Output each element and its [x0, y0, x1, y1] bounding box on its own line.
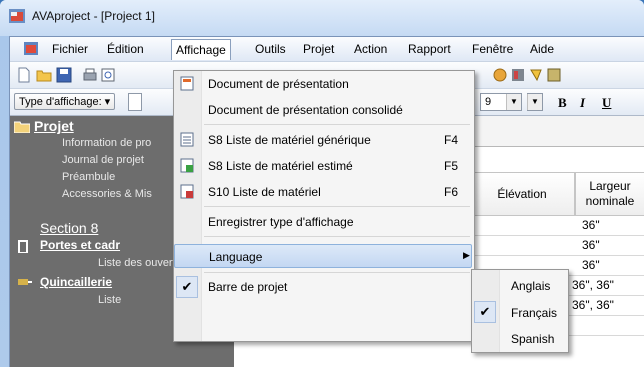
hardware-icon: [18, 279, 32, 285]
tool-icon-a[interactable]: [492, 67, 508, 83]
menu-item-presentation-doc[interactable]: Document de présentation: [174, 72, 472, 96]
menu-separator: [204, 236, 470, 237]
menu-item-label: Barre de projet: [208, 280, 288, 294]
cell-width[interactable]: 36", 36": [572, 296, 614, 315]
app-window: AVAproject - [Project 1] Fichier Édition…: [0, 0, 644, 367]
menu-rapport[interactable]: Rapport: [408, 42, 451, 56]
language-option-francais[interactable]: Français: [511, 306, 557, 320]
menu-action[interactable]: Action: [354, 42, 387, 56]
menu-item-label: S8 Liste de matériel générique: [208, 133, 371, 147]
menu-item-presentation-consolidated[interactable]: Document de présentation consolidé: [174, 98, 472, 122]
submenu-arrow-icon: ▶: [463, 250, 470, 260]
new-file-icon[interactable]: [16, 67, 32, 83]
list-doc-icon: [180, 132, 194, 147]
check-icon: ✔: [176, 276, 198, 298]
view-type-label: Type d'affichage:: [19, 96, 102, 108]
column-header-elevation[interactable]: Élévation: [469, 172, 575, 216]
menu-shortcut: F4: [444, 133, 459, 147]
preview-icon[interactable]: [100, 67, 116, 83]
menu-item-label: Document de présentation consolidé: [208, 103, 403, 117]
font-size-combo[interactable]: 9 ▼: [480, 93, 522, 111]
document-icon[interactable]: [24, 42, 38, 55]
sidebar-group-doors[interactable]: Portes et cadr: [40, 238, 120, 252]
menu-affichage[interactable]: Affichage: [171, 39, 231, 60]
menu-bar: Fichier Édition Affichage Outils Projet …: [10, 37, 644, 62]
print-icon[interactable]: [82, 67, 98, 83]
sidebar-item-list[interactable]: Liste: [98, 294, 121, 306]
sidebar-section-heading[interactable]: Section 8: [40, 220, 98, 236]
window-title: AVAproject - [Project 1]: [32, 9, 155, 23]
italic-button[interactable]: I: [580, 95, 585, 111]
cell-width[interactable]: 36": [582, 216, 600, 235]
font-extra-combo[interactable]: ▼: [527, 93, 543, 111]
sidebar-group-hardware[interactable]: Quincaillerie: [40, 275, 112, 289]
menu-fichier[interactable]: Fichier: [52, 42, 88, 56]
check-icon: ✔: [474, 301, 496, 323]
menu-item-label: Language: [209, 250, 263, 264]
language-option-spanish[interactable]: Spanish: [511, 332, 554, 346]
cell-width[interactable]: 36": [582, 236, 600, 255]
save-icon[interactable]: [56, 67, 72, 83]
menu-item-project-bar[interactable]: ✔ Barre de projet: [174, 275, 472, 299]
open-folder-icon[interactable]: [36, 67, 52, 83]
column-header-width[interactable]: Largeur nominale: [575, 172, 644, 216]
sidebar-item-preambule[interactable]: Préambule: [62, 171, 115, 183]
menu-shortcut: F6: [444, 185, 459, 199]
sidebar-item-accessories[interactable]: Accessories & Mis: [62, 188, 152, 200]
cell-width[interactable]: 36", 36": [572, 276, 614, 295]
menu-item-label: S10 Liste de matériel: [208, 185, 321, 199]
menu-item-language[interactable]: Language ▶: [174, 244, 472, 268]
affichage-menu: Document de présentation Document de pré…: [173, 70, 475, 342]
menu-shortcut: F5: [444, 159, 459, 173]
chevron-down-icon[interactable]: ▼: [527, 94, 542, 110]
view-type-combo[interactable]: [128, 93, 142, 111]
font-size-value: 9: [485, 96, 492, 108]
language-submenu: Anglais ✔ Français Spanish: [471, 269, 569, 353]
menu-item-s8-generic[interactable]: S8 Liste de matériel générique F4: [174, 128, 472, 152]
tool-icon-c[interactable]: [528, 67, 544, 83]
menu-edition[interactable]: Édition: [107, 42, 144, 56]
menu-separator: [204, 272, 470, 273]
chevron-down-icon[interactable]: ▼: [506, 94, 521, 110]
menu-item-label: Document de présentation: [208, 77, 349, 91]
estimate-doc-icon: [180, 158, 194, 173]
view-type-dropdown[interactable]: Type d'affichage: ▾: [14, 93, 116, 110]
menu-outils[interactable]: Outils: [255, 42, 286, 56]
app-icon: [9, 9, 25, 23]
menu-item-label: Enregistrer type d'affichage: [208, 215, 354, 229]
door-icon: [18, 240, 28, 253]
menu-item-s10-list[interactable]: S10 Liste de matériel F6: [174, 180, 472, 204]
language-option-anglais[interactable]: Anglais: [511, 279, 550, 293]
menu-aide[interactable]: Aide: [530, 42, 554, 56]
title-bar: AVAproject - [Project 1]: [0, 0, 644, 36]
menu-item-save-view[interactable]: Enregistrer type d'affichage: [174, 210, 472, 234]
cell-width[interactable]: 36": [582, 256, 600, 275]
menu-separator: [204, 206, 470, 207]
bold-button[interactable]: B: [558, 95, 567, 111]
tool-icon-d[interactable]: [546, 67, 562, 83]
menu-projet[interactable]: Projet: [303, 42, 334, 56]
presentation-doc-icon: [180, 76, 194, 91]
sidebar-item-info[interactable]: Information de pro: [62, 137, 151, 149]
menu-fenetre[interactable]: Fenêtre: [472, 42, 513, 56]
sidebar-project-title[interactable]: Projet: [34, 118, 74, 134]
menu-item-label: S8 Liste de matériel estimé: [208, 159, 353, 173]
tool-icon-b[interactable]: [510, 67, 526, 83]
material-doc-icon: [180, 184, 194, 199]
folder-icon: [14, 121, 30, 133]
sidebar-item-journal[interactable]: Journal de projet: [62, 154, 144, 166]
menu-item-s8-estimated[interactable]: S8 Liste de matériel estimé F5: [174, 154, 472, 178]
menu-separator: [204, 124, 470, 125]
underline-button[interactable]: U: [602, 95, 611, 111]
